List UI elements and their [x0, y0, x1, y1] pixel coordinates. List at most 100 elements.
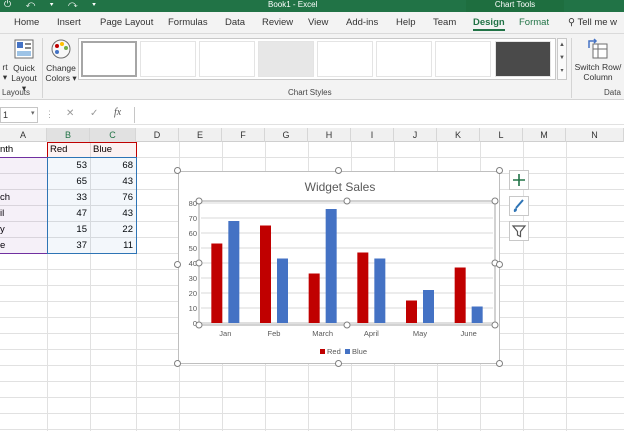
enter-icon[interactable]: ✓ — [90, 108, 98, 119]
x-tick-label: April — [364, 329, 379, 338]
column-header-b[interactable]: B — [47, 128, 90, 142]
chart-elements-button[interactable] — [509, 170, 529, 190]
tab-review[interactable]: Review — [262, 17, 293, 28]
bar-blue-jan — [228, 221, 240, 323]
tab-data[interactable]: Data — [225, 17, 245, 28]
resize-handle[interactable] — [335, 167, 342, 174]
column-header-k[interactable]: K — [437, 128, 480, 142]
chevron-up-icon[interactable]: ▲ — [558, 39, 566, 52]
window-title: Book1 - Excel — [268, 0, 318, 9]
resize-handle[interactable] — [174, 360, 181, 367]
x-tick-label: June — [461, 329, 477, 338]
column-header-j[interactable]: J — [394, 128, 437, 142]
chart-style-thumb-7[interactable] — [435, 41, 491, 77]
tab-insert[interactable]: Insert — [57, 17, 81, 28]
x-tick-label: Feb — [268, 329, 281, 338]
plus-icon — [513, 174, 525, 186]
chart-style-thumb-6[interactable] — [376, 41, 432, 77]
switch-row-column-button[interactable]: Switch Row/ Column — [572, 38, 624, 82]
tab-design[interactable]: Design — [473, 17, 505, 31]
resize-handle[interactable] — [335, 360, 342, 367]
cell-a1[interactable]: nth — [0, 142, 47, 157]
chart-styles-gallery[interactable] — [78, 38, 556, 80]
chart-style-thumb-1[interactable] — [81, 41, 137, 77]
tab-view[interactable]: View — [308, 17, 328, 28]
column-header-h[interactable]: H — [308, 128, 351, 142]
chart-svg: Widget Sales01020304050607080Jan Feb March… — [189, 180, 499, 356]
chart-style-thumb-5[interactable] — [317, 41, 373, 77]
tab-team[interactable]: Team — [433, 17, 456, 28]
tell-me-box[interactable]: ⚲ Tell me w — [568, 17, 617, 28]
legend-label-blue: Blue — [352, 347, 367, 356]
resize-handle[interactable] — [496, 261, 503, 268]
tab-format[interactable]: Format — [519, 17, 549, 28]
column-header-n[interactable]: N — [566, 128, 624, 142]
y-tick-label: 10 — [189, 304, 197, 313]
bar-red-may — [406, 300, 417, 323]
quick-layout-icon — [14, 39, 34, 59]
chart-filters-button[interactable] — [509, 221, 529, 241]
tab-help[interactable]: Help — [396, 17, 416, 28]
y-tick-label: 70 — [189, 214, 197, 223]
ribbon: rt ▾ Quick Layout ▾ Layouts Change Color… — [0, 34, 624, 100]
column-header-f[interactable]: F — [222, 128, 265, 142]
formula-input[interactable] — [134, 107, 624, 123]
column-header-g[interactable]: G — [265, 128, 308, 142]
search-icon: ⚲ — [568, 17, 575, 28]
switch-row-column-label: Switch Row/ Column — [574, 62, 622, 82]
column-header-m[interactable]: M — [523, 128, 566, 142]
chart-style-thumb-4[interactable] — [258, 41, 314, 77]
plot-area-handle — [343, 197, 351, 205]
chart-style-thumb-2[interactable] — [140, 41, 196, 77]
formula-bar-grip-icon: ⋮ — [45, 109, 54, 119]
bar-blue-march — [325, 209, 337, 323]
column-header-l[interactable]: L — [480, 128, 523, 142]
group-separator — [42, 38, 43, 98]
chart-style-thumb-3[interactable] — [199, 41, 255, 77]
x-tick-label: May — [413, 329, 427, 338]
cancel-icon[interactable]: ✕ — [66, 108, 74, 119]
column-header-e[interactable]: E — [179, 128, 222, 142]
name-box-value: 1 — [3, 110, 9, 120]
column-header-d[interactable]: D — [136, 128, 179, 142]
category-range-highlight — [0, 157, 48, 254]
filter-icon — [511, 225, 527, 238]
chart-title: Widget Sales — [305, 180, 376, 194]
plot-area-handle — [343, 321, 351, 329]
x-tick-label: Jan — [219, 329, 231, 338]
resize-handle[interactable] — [174, 261, 181, 268]
more-icon[interactable]: ▾ — [558, 65, 566, 78]
chevron-down-icon[interactable]: ▼ — [558, 52, 566, 65]
palette-icon — [51, 39, 71, 59]
insert-function-icon[interactable]: fx — [114, 107, 121, 118]
tab-home[interactable]: Home — [14, 17, 39, 28]
ribbon-tabs: Home Insert Page Layout Formulas Data Re… — [0, 12, 624, 34]
resize-handle[interactable] — [174, 167, 181, 174]
bar-red-jan — [211, 243, 223, 323]
quick-access-toolbar[interactable]: ⏻ ↶ ▾ ↷ ▾ — [4, 0, 102, 10]
chart-styles-group-label: Chart Styles — [288, 88, 332, 97]
plot-area-handle — [491, 197, 499, 205]
y-tick-label: 20 — [189, 289, 197, 298]
bar-blue-june — [471, 306, 483, 323]
tab-formulas[interactable]: Formulas — [168, 17, 208, 28]
change-colors-button[interactable]: Change Colors ▾ — [44, 38, 78, 83]
bar-red-march — [308, 273, 320, 323]
column-header-a[interactable]: A — [0, 128, 47, 142]
name-box-dropdown-icon[interactable]: ▾ — [31, 109, 35, 117]
column-header-i[interactable]: I — [351, 128, 394, 142]
chart-styles-button[interactable] — [509, 196, 529, 216]
bar-red-feb — [260, 225, 271, 323]
column-header-c[interactable]: C — [90, 128, 136, 142]
tab-add-ins[interactable]: Add-ins — [346, 17, 378, 28]
bar-blue-feb — [277, 258, 288, 323]
quick-layout-button[interactable]: Quick Layout ▾ — [8, 38, 40, 93]
bar-red-april — [357, 252, 369, 323]
resize-handle[interactable] — [496, 167, 503, 174]
chart-style-thumb-8[interactable] — [495, 41, 551, 77]
y-tick-label: 60 — [189, 229, 197, 238]
tab-page-layout[interactable]: Page Layout — [100, 17, 153, 28]
chart-object[interactable]: Widget Sales 0 10 20 30 40 50 60 70 80 Jan Feb March… — [178, 171, 500, 364]
resize-handle[interactable] — [496, 360, 503, 367]
gallery-scroll[interactable]: ▲ ▼ ▾ — [557, 38, 567, 80]
